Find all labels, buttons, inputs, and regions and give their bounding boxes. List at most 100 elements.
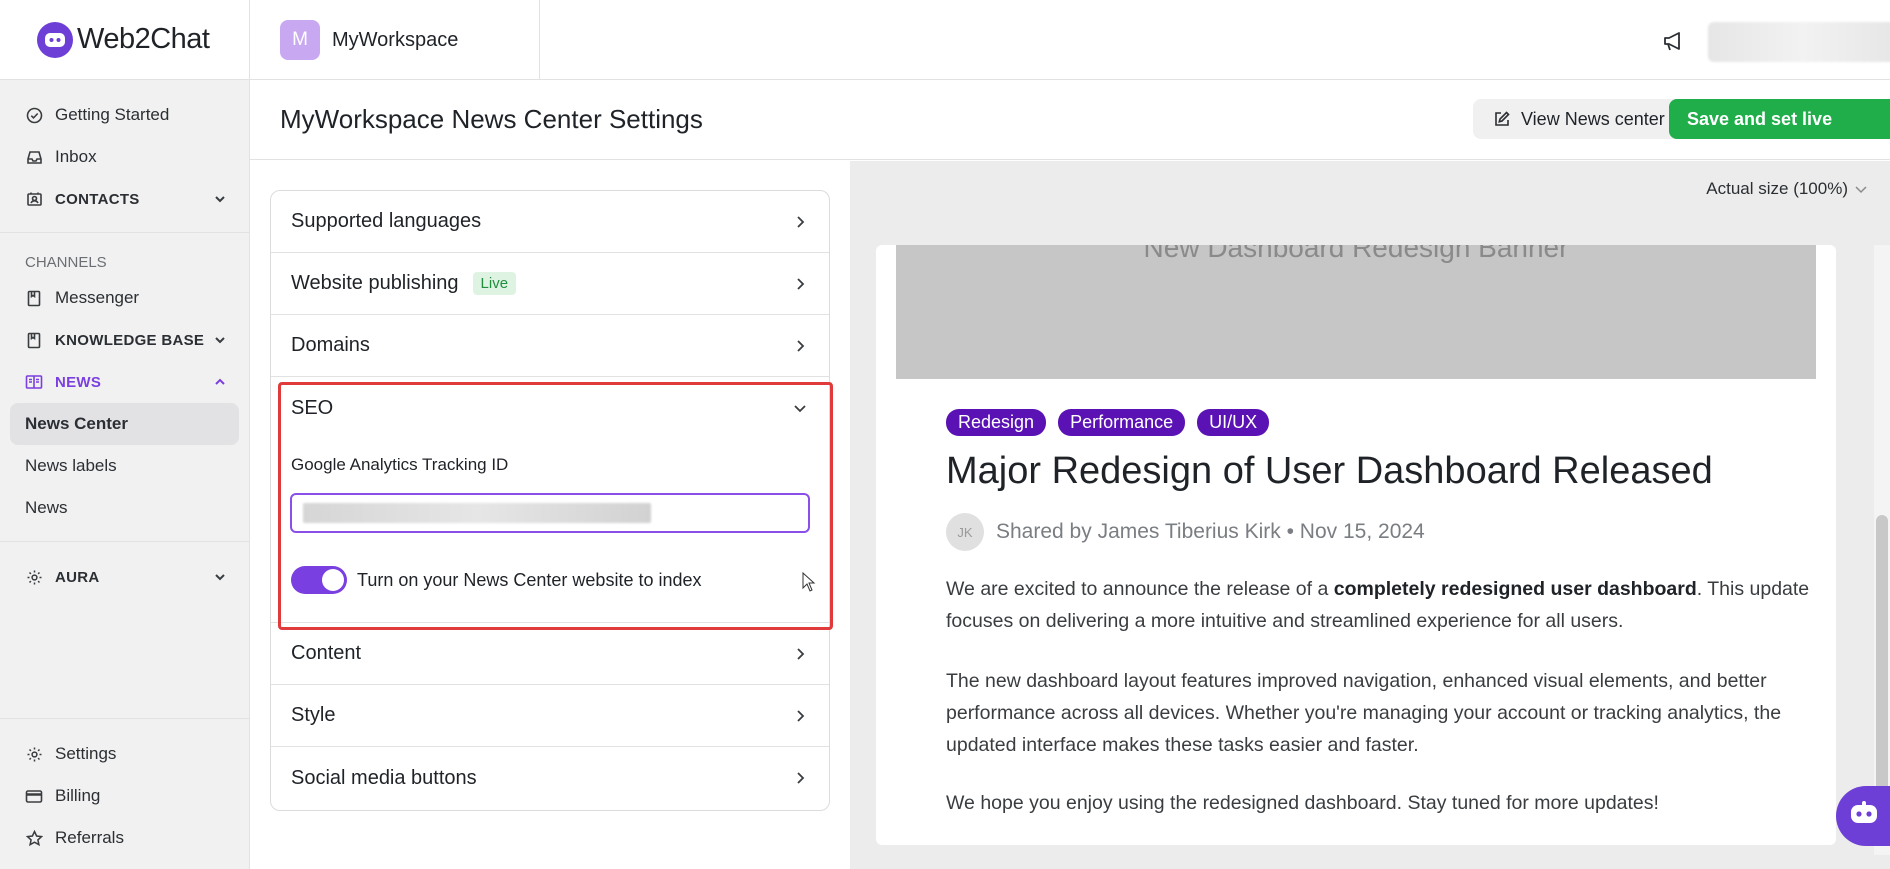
- sidebar-item-label: Billing: [55, 786, 101, 805]
- chevron-right-icon: [793, 277, 807, 291]
- banner-alt-text: New Dashboard Redesign Banner: [1143, 245, 1569, 263]
- sidebar-item-news[interactable]: NEWS: [0, 361, 249, 403]
- accordion-style[interactable]: Style: [271, 685, 829, 747]
- brand-logo[interactable]: Web2Chat: [0, 0, 249, 80]
- accordion-supported-languages[interactable]: Supported languages: [271, 191, 829, 253]
- view-news-center-button[interactable]: View News center: [1473, 99, 1685, 139]
- credit-card-icon: [25, 787, 43, 805]
- book-icon: [25, 289, 43, 307]
- scrollbar-thumb[interactable]: [1876, 515, 1888, 815]
- tag-badge[interactable]: Performance: [1058, 409, 1186, 436]
- sidebar-item-settings[interactable]: Settings: [0, 733, 250, 775]
- page-title: MyWorkspace News Center Settings: [280, 104, 703, 134]
- article-banner: New Dashboard Redesign Banner: [896, 245, 1816, 379]
- workspace-switcher[interactable]: M MyWorkspace: [250, 0, 540, 80]
- sidebar-item-inbox[interactable]: Inbox: [0, 136, 249, 178]
- article-title: Major Redesign of User Dashboard Release…: [946, 450, 1713, 492]
- sidebar-item-label: Messenger: [55, 288, 140, 307]
- megaphone-icon[interactable]: [1660, 27, 1688, 55]
- zoom-select[interactable]: Actual size (100%): [1706, 179, 1868, 199]
- accordion-label: SEO: [291, 396, 334, 419]
- article-paragraph: The new dashboard layout features improv…: [946, 670, 1782, 756]
- status-badge: Live: [472, 272, 517, 295]
- accordion-social-media-buttons[interactable]: Social media buttons: [271, 747, 829, 809]
- accordion-label: Content: [291, 642, 362, 664]
- paragraph-bold-text: completely redesigned user dashboard: [1333, 578, 1697, 600]
- book-icon: [25, 331, 43, 349]
- brand-name: Web2Chat: [77, 23, 210, 55]
- sidebar-nav: Getting Started Inbox CONTACTS CHANNELS …: [0, 80, 249, 598]
- sidebar-item-label: KNOWLEDGE BASE: [55, 331, 205, 349]
- view-news-center-label: View News center: [1521, 108, 1665, 129]
- author-avatar: JK: [946, 513, 984, 551]
- accordion-website-publishing[interactable]: Website publishing Live: [271, 253, 829, 315]
- sidebar-item-contacts[interactable]: CONTACTS: [0, 178, 249, 220]
- preview-scrollbar[interactable]: [1874, 245, 1890, 855]
- newspaper-icon: [25, 373, 43, 391]
- sidebar-item-referrals[interactable]: Referrals: [0, 817, 250, 859]
- accordion-label: Website publishing: [291, 272, 459, 294]
- article-tags: Redesign Performance UI/UX: [946, 409, 1281, 436]
- sidebar-item-news-labels[interactable]: News labels: [10, 445, 239, 487]
- tag-badge[interactable]: UI/UX: [1197, 409, 1270, 436]
- sidebar-item-label: Inbox: [55, 147, 97, 166]
- paragraph-text: We are excited to announce the release o…: [946, 578, 1334, 600]
- chevron-down-icon: [793, 401, 807, 415]
- contacts-icon: [25, 190, 43, 208]
- accordion-domains[interactable]: Domains: [271, 315, 829, 377]
- workspace-avatar: M: [280, 20, 320, 60]
- accordion-label: Social media buttons: [291, 766, 477, 789]
- article-preview: New Dashboard Redesign Banner Redesign P…: [876, 245, 1836, 845]
- sidebar-item-news[interactable]: News: [10, 487, 239, 529]
- chevron-down-icon: [213, 333, 227, 347]
- tag-badge[interactable]: Redesign: [946, 409, 1047, 436]
- sidebar-item-billing[interactable]: Billing: [0, 775, 250, 817]
- ga-tracking-id-label: Google Analytics Tracking ID: [291, 455, 509, 474]
- inbox-icon: [25, 148, 43, 166]
- index-toggle[interactable]: [291, 566, 347, 594]
- top-bar: M MyWorkspace: [250, 0, 1890, 80]
- star-icon: [25, 829, 43, 847]
- accordion-content[interactable]: Content: [271, 623, 829, 685]
- index-toggle-row: Turn on your News Center website to inde…: [291, 566, 702, 594]
- sidebar-item-knowledge-base[interactable]: KNOWLEDGE BASE: [0, 319, 249, 361]
- index-toggle-label: Turn on your News Center website to inde…: [357, 569, 702, 590]
- chat-bot-icon: [37, 21, 73, 58]
- sidebar-item-label: Referrals: [55, 828, 124, 847]
- chevron-right-icon: [793, 709, 807, 723]
- workspace-name: MyWorkspace: [332, 28, 459, 51]
- chevron-right-icon: [793, 771, 807, 785]
- gear-icon: [25, 568, 43, 586]
- sidebar-item-aura[interactable]: AURA: [0, 556, 249, 598]
- sidebar: Web2Chat Getting Started Inbox CONTACTS …: [0, 0, 250, 869]
- sidebar-item-label: CONTACTS: [55, 190, 140, 208]
- sidebar-item-getting-started[interactable]: Getting Started: [0, 94, 249, 136]
- article-paragraph: We are excited to announce the release o…: [946, 573, 1816, 637]
- article-meta: JK Shared by James Tiberius Kirk • Nov 1…: [946, 513, 1425, 551]
- sidebar-divider: [0, 232, 249, 233]
- ga-tracking-id-input[interactable]: [290, 493, 810, 533]
- accordion-seo-header[interactable]: SEO: [271, 377, 829, 439]
- chevron-down-icon: [213, 570, 227, 584]
- sidebar-item-label: AURA: [55, 568, 100, 586]
- chevron-down-icon: [213, 192, 227, 206]
- user-menu[interactable]: [1708, 22, 1890, 62]
- sidebar-item-news-center[interactable]: News Center: [10, 403, 239, 445]
- check-circle-icon: [25, 106, 43, 124]
- author-and-date: Shared by James Tiberius Kirk • Nov 15, …: [996, 520, 1425, 543]
- sidebar-bottom: Settings Billing Referrals: [0, 718, 250, 869]
- news-preview-pane: Actual size (100%) New Dashboard Redesig…: [850, 161, 1890, 869]
- chevron-right-icon: [793, 215, 807, 229]
- edit-icon: [1493, 110, 1511, 128]
- sidebar-item-label: Getting Started: [55, 105, 170, 124]
- chevron-up-icon: [213, 375, 227, 389]
- sidebar-item-messenger[interactable]: Messenger: [0, 277, 249, 319]
- chat-launcher-button[interactable]: [1836, 786, 1890, 846]
- page-header: MyWorkspace News Center Settings View Ne…: [250, 80, 1890, 160]
- sidebar-divider: [0, 541, 249, 542]
- save-and-set-live-button[interactable]: Save and set live: [1669, 99, 1890, 139]
- accordion-label: Domains: [291, 334, 370, 356]
- sidebar-item-label: NEWS: [55, 373, 102, 391]
- channels-heading: CHANNELS: [25, 253, 107, 271]
- mouse-cursor-icon: [802, 572, 816, 592]
